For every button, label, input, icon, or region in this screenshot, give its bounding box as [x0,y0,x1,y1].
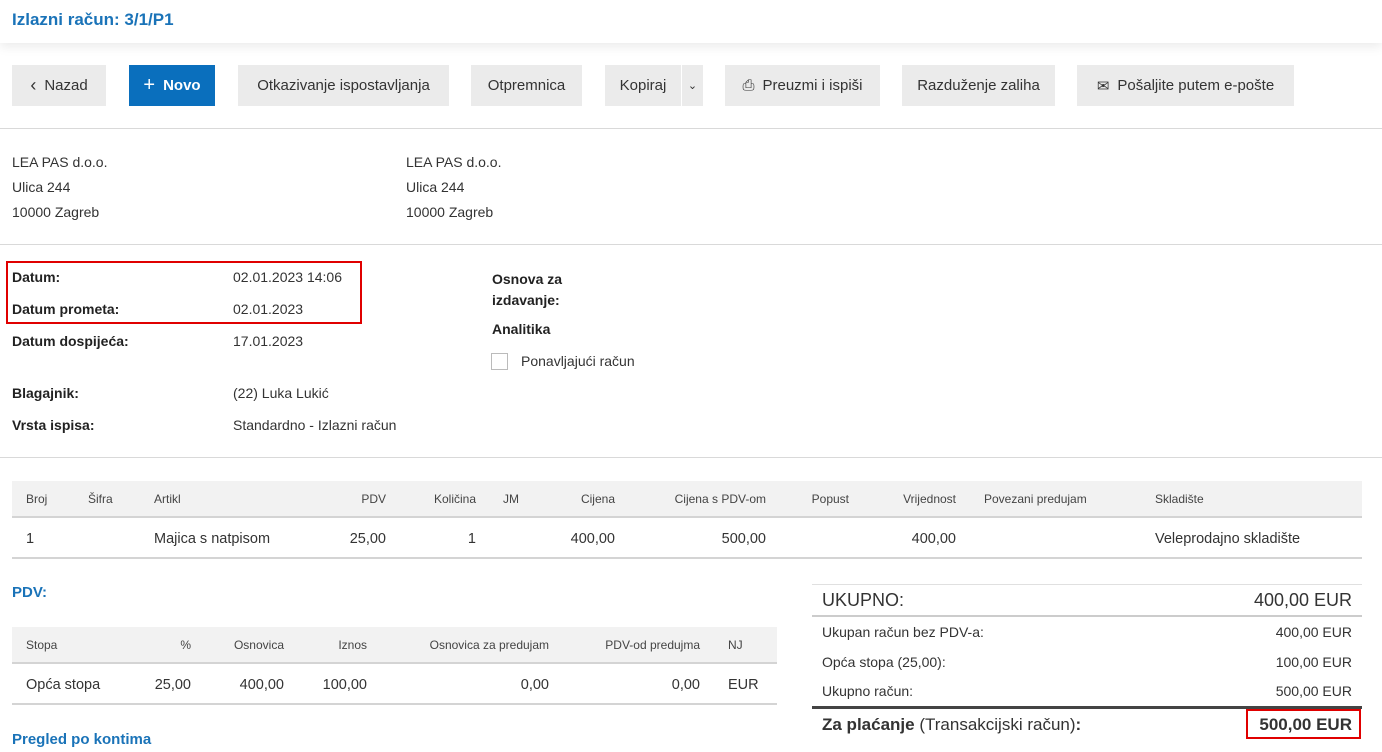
analytics-label: Analitika [492,321,551,337]
cell-percent: 25,00 [154,677,191,693]
total-label: UKUPNO: [822,590,905,610]
vat-section-title: PDV: [12,584,48,601]
highlight-box [1246,709,1361,739]
amount-due-colon: : [1075,715,1082,734]
basis-label-line: Osnova za [492,271,563,287]
column-header: Artikl [154,492,181,506]
due-date-label: Datum dospijeća: [12,333,129,349]
column-header: Osnovica [233,638,284,652]
cell-article: Majica s natpisom [154,531,271,547]
total-value: 400,00 EUR [1253,590,1352,610]
cell-price-with-vat: 500,00 [721,531,766,547]
print-type-label: Vrsta ispisa: [12,417,95,433]
printer-icon: ⎙ [742,77,755,94]
customer-name: LEA PAS d.o.o. [406,154,502,170]
no-vat-label: Ukupan račun bez PDV-a: [822,624,984,640]
issuer-city: 10000 Zagreb [12,204,100,220]
envelope-icon: ✉ [1096,77,1110,95]
divider [0,457,1382,458]
cell-currency: EUR [728,677,759,693]
column-header: Osnovica za predujam [429,638,549,652]
general-rate-label: Opća stopa (25,00): [822,654,946,670]
recurring-label: Ponavljajući račun [521,353,635,369]
send-email-button[interactable]: ✉ Pošaljite putem e-pošte [1077,65,1294,106]
download-print-button[interactable]: ⎙ Preuzmi i ispiši [725,65,880,106]
copy-button[interactable]: Kopiraj [605,65,681,106]
cell-price: 400,00 [570,531,615,547]
column-header: NJ [728,638,743,652]
cell-advance-base: 0,00 [520,677,549,693]
chevron-left-icon: ‹ [30,75,37,95]
recurring-checkbox[interactable] [491,353,508,370]
cell-value: 400,00 [911,531,956,547]
column-header: Šifra [88,492,113,506]
cell-vat: 25,00 [349,531,386,547]
back-button[interactable]: ‹ Nazad [12,65,106,106]
issuer-street: Ulica 244 [12,179,71,195]
column-header: Stopa [26,638,58,652]
due-date-value: 17.01.2023 [233,333,304,349]
column-header: Cijena s PDV-om [674,492,766,506]
column-header: PDV-od predujma [605,638,700,652]
column-header: JM [503,492,519,506]
cell-quantity: 1 [467,531,476,547]
copy-dropdown-chevron-icon[interactable]: ⌄ [682,65,703,106]
print-type-value: Standardno - Izlazni račun [233,417,397,433]
cell-rate-name: Opća stopa [26,677,101,693]
column-header: Broj [26,492,48,506]
issuer-address: LEA PAS d.o.o. Ulica 244 10000 Zagreb [12,150,107,225]
column-header: Cijena [580,492,615,506]
new-label: Novo [163,77,201,94]
download-print-label: Preuzmi i ispiši [762,77,863,94]
cell-amount: 100,00 [322,677,367,693]
stock-discharge-button[interactable]: Razduženje zaliha [902,65,1055,106]
cashier-value: (22) Luka Lukić [233,385,329,401]
general-rate-value: 100,00 EUR [1275,654,1352,670]
summary-total-row: UKUPNO: 400,00 EUR [812,584,1362,617]
delivery-note-button[interactable]: Otpremnica [471,65,582,106]
column-header: PDV [361,492,386,506]
column-header: Iznos [338,638,367,652]
basis-label: Osnova za izdavanje: [492,269,562,311]
column-header: Skladište [1155,492,1204,506]
basis-label-line: izdavanje: [492,292,560,308]
cell-warehouse: Veleprodajno skladište [1155,531,1301,547]
column-header: Popust [811,492,849,506]
highlight-box [6,261,362,324]
customer-city: 10000 Zagreb [406,204,494,220]
invoice-total-value: 500,00 EUR [1275,683,1352,699]
issuer-name: LEA PAS d.o.o. [12,154,108,170]
new-button[interactable]: + Novo [129,65,215,106]
accounts-section-title: Pregled po kontima [12,731,152,748]
invoice-total-label: Ukupno račun: [822,683,914,699]
page-title: Izlazni račun: 3/1/P1 [12,10,174,29]
customer-address: LEA PAS d.o.o. Ulica 244 10000 Zagreb [406,150,501,225]
divider [0,128,1382,129]
cashier-label: Blagajnik: [12,385,79,401]
plus-icon: + [143,74,156,96]
amount-due-account: (Transakcijski račun) [919,715,1076,734]
back-label: Nazad [44,77,88,94]
page-header: Izlazni račun: 3/1/P1 [0,0,1382,43]
table-row[interactable]: 1 Majica s natpisom 25,00 1 400,00 500,0… [12,519,1362,559]
cell-advance-vat: 0,00 [671,677,700,693]
column-header: Količina [433,492,476,506]
cancel-issue-button[interactable]: Otkazivanje ispostavljanja [238,65,449,106]
items-table-header: Broj Šifra Artikl PDV Količina JM Cijena… [12,481,1362,518]
column-header: % [180,638,191,652]
vat-table-header: Stopa % Osnovica Iznos Osnovica za predu… [12,627,777,664]
column-header: Vrijednost [903,492,956,506]
divider [0,244,1382,245]
cell-base: 400,00 [239,677,284,693]
amount-due-label: Za plaćanje [822,715,915,734]
send-email-label: Pošaljite putem e-pošte [1117,77,1275,94]
table-row: Opća stopa 25,00 400,00 100,00 0,00 0,00… [12,665,777,705]
no-vat-value: 400,00 EUR [1275,624,1352,640]
column-header: Povezani predujam [984,492,1087,506]
customer-street: Ulica 244 [406,179,465,195]
cell-number: 1 [26,531,35,547]
